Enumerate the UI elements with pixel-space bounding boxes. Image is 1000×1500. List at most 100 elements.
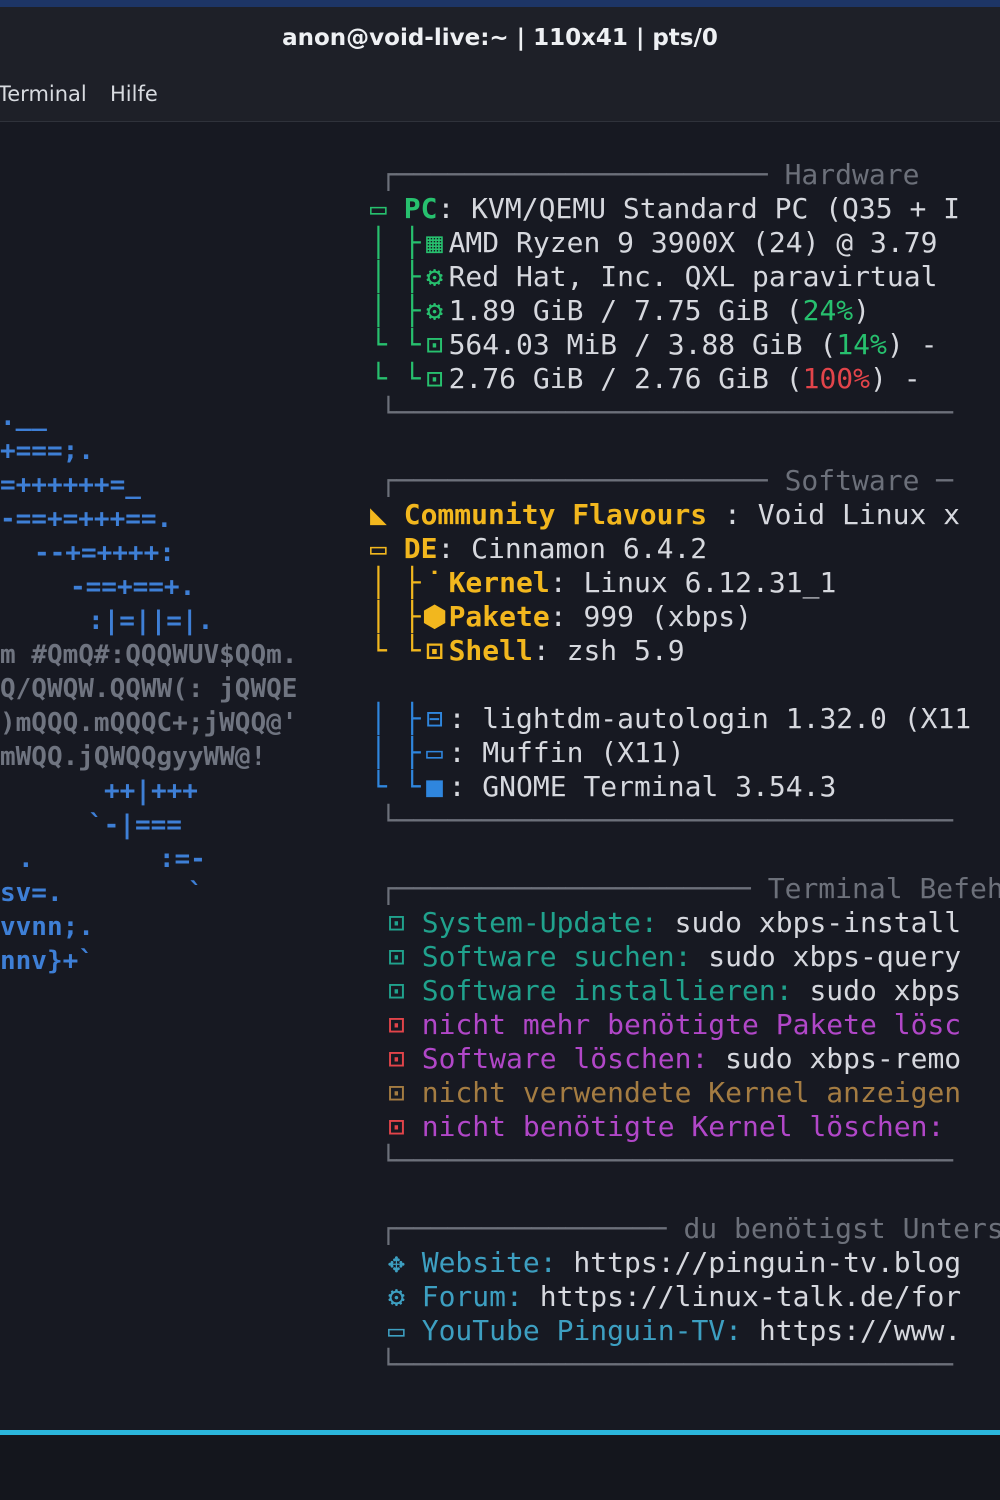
ascii-line: )mQQQ.mQQQC+;jWQQ@'	[0, 708, 298, 738]
cmd-label: nicht verwendete Kernel anzeigen	[421, 1076, 962, 1109]
ascii-line: =++++++=_	[0, 470, 141, 500]
forum-icon: ⚙	[388, 1280, 405, 1313]
hardware-footer: └─────────────────────────────────	[380, 396, 954, 429]
ascii-line: -==+=+++==.	[0, 504, 173, 534]
cmd-value: sudo xbps	[792, 974, 962, 1007]
cmd-label: Software installieren:	[421, 974, 793, 1007]
kernel-label: Kernel	[448, 566, 550, 599]
pc-value: : KVM/QEMU Standard PC (Q35 + I	[437, 192, 961, 225]
hw-cpu-line: │ ├ ▦ AMD Ryzen 9 3900X (24) @ 3.79	[370, 226, 938, 259]
ascii-line: .__	[0, 402, 47, 432]
sw-packages-line: │ ├⬢Pakete: 999 (xbps)	[370, 600, 753, 633]
sw-wm-line: │ ├ ▭: Muffin (X11)	[370, 736, 685, 769]
ascii-line: --+=++++:	[34, 538, 175, 568]
cmd-line: ⊡ nicht mehr benötigte Pakete lösc	[388, 1008, 961, 1042]
window-title: anon@void-live:~ | 110x41 | pts/0	[282, 25, 718, 51]
shell-label: Shell	[448, 634, 533, 667]
cmd-label: nicht benötigte Kernel löschen:	[421, 1110, 945, 1143]
gpu-chip-icon: ⚙	[426, 260, 443, 293]
lm-value: : lightdm-autologin 1.32.0 (X11	[448, 702, 972, 735]
hardware-title: Hardware	[784, 158, 920, 191]
kernel-icon: ˙	[426, 566, 443, 599]
cmd-line: ⊡ nicht verwendete Kernel anzeigen	[388, 1076, 961, 1110]
window-manager-icon: ▭	[426, 736, 443, 769]
cmd-line: ⊡ Software installieren: sudo xbps	[388, 974, 961, 1008]
memory-close: )	[853, 294, 871, 327]
terminal-icon: ■	[426, 770, 443, 803]
sw-kernel-line: │ ├ ˙ Kernel: Linux 6.12.31_1	[370, 566, 837, 599]
sw-shell-line: └ └ ⊡ Shell: zsh 5.9	[370, 634, 685, 667]
sw-term-line: └ └ ■: GNOME Terminal 3.54.3	[370, 770, 837, 803]
swap-icon: ⊡	[426, 328, 443, 361]
sw-distro-line: ◣ Community Flavours : Void Linux x	[370, 498, 960, 532]
disk-value: 2.76 GiB / 2.76 GiB (	[448, 362, 803, 395]
menu-help[interactable]: Hilfe	[110, 82, 158, 106]
cpu-icon: ▦	[426, 226, 443, 259]
login-manager-icon: ⊟	[426, 702, 443, 735]
support-website-line: ✥ Website: https://pinguin-tv.blog	[388, 1246, 961, 1280]
cmd-label: nicht mehr benötigte Pakete lösc	[421, 1008, 962, 1041]
software-title: Software	[784, 464, 920, 497]
void-logo-icon: ◣	[370, 498, 387, 531]
de-value: : Cinnamon 6.4.2	[437, 532, 708, 565]
ascii-line: m #QmQ#:QQQWUV$QQm.	[0, 640, 298, 670]
youtube-value[interactable]: https://www.	[742, 1314, 961, 1347]
memory-percent: 24%	[802, 294, 854, 327]
website-label: Website:	[421, 1246, 557, 1279]
packages-label: Pakete	[448, 600, 550, 633]
video-icon: ▭	[388, 1314, 405, 1347]
menu-bar: Terminal Hilfe	[0, 69, 1000, 122]
kernel-value: : Linux 6.12.31_1	[549, 566, 837, 599]
ascii-line: nnv}+`	[0, 946, 94, 976]
disk-icon: ⊡	[426, 362, 443, 395]
disk-close: ) -	[870, 362, 921, 395]
prompt-icon: ⊡	[388, 974, 405, 1007]
term-value: : GNOME Terminal 3.54.3	[448, 770, 837, 803]
window-top-strip	[0, 0, 1000, 7]
cmd-value: sudo xbps-query	[691, 940, 962, 973]
menu-terminal[interactable]: Terminal	[0, 82, 87, 106]
swap-value: 564.03 MiB / 3.88 GiB (	[448, 328, 837, 361]
prompt-icon: ⊡	[388, 940, 405, 973]
gpu-value: Red Hat, Inc. QXL paravirtual	[448, 260, 938, 293]
ascii-line: :|=||=|.	[88, 606, 214, 636]
prompt-icon: ⊡	[388, 906, 405, 939]
prompt-icon: ⊡	[388, 1042, 405, 1075]
distro-value: : Void Linux x	[707, 498, 961, 531]
packages-value: : 999 (xbps)	[549, 600, 753, 633]
sw-lm-line: │ ├ ⊟: lightdm-autologin 1.32.0 (X11	[370, 702, 972, 735]
forum-label: Forum:	[421, 1280, 523, 1313]
terminal-area[interactable]: .__ +===;. =++++++=_ -==+=+++==. --+=+++…	[0, 122, 1000, 1430]
website-value[interactable]: https://pinguin-tv.blog	[557, 1246, 961, 1279]
ascii-line: -==+==+.	[70, 572, 196, 602]
desktop-icon: ▭	[370, 532, 387, 565]
cmd-line: ⊡ nicht benötigte Kernel löschen:	[388, 1110, 944, 1144]
memory-value: 1.89 GiB / 7.75 GiB (	[448, 294, 803, 327]
hw-pc-line: ▭ PC: KVM/QEMU Standard PC (Q35 + I	[370, 192, 960, 226]
cmd-line: ⊡ Software suchen: sudo xbps-query	[388, 940, 961, 974]
ascii-line: vvnn;.	[0, 912, 94, 942]
commands-title: Terminal Befeh	[767, 872, 1000, 905]
cmd-value: sudo xbps-remo	[708, 1042, 962, 1075]
title-bar[interactable]: anon@void-live:~ | 110x41 | pts/0	[0, 7, 1000, 69]
prompt-icon: ⊡	[388, 1008, 405, 1041]
swap-close: ) -	[886, 328, 938, 361]
de-label: DE	[403, 532, 438, 565]
memory-chip-icon: ⚙	[426, 294, 443, 327]
forum-value[interactable]: https://linux-talk.de/for	[523, 1280, 961, 1313]
hw-swap-line: └ └ ⊡ 564.03 MiB / 3.88 GiB (14%) -	[370, 328, 938, 361]
cmd-label: System-Update:	[421, 906, 658, 939]
shell-icon: ⊡	[426, 634, 443, 667]
hardware-header: ┌────────────────────── Hardware	[380, 158, 920, 191]
cmd-value: sudo xbps-install	[657, 906, 962, 939]
prompt-icon: ⊡	[388, 1076, 405, 1109]
cmd-label: Software löschen:	[421, 1042, 709, 1075]
pc-label: PC	[403, 192, 438, 225]
disk-percent: 100%	[802, 362, 871, 395]
support-footer: └─────────────────────────────────	[380, 1348, 954, 1381]
swap-percent: 14%	[836, 328, 887, 361]
ascii-line: Q/QWQW.QQWW(: jQWQE	[0, 674, 298, 704]
support-header: ┌──────────────── du benötigst Unterst	[380, 1212, 1000, 1246]
cmd-label: Software suchen:	[421, 940, 692, 973]
ascii-line: . :=-	[18, 844, 206, 874]
